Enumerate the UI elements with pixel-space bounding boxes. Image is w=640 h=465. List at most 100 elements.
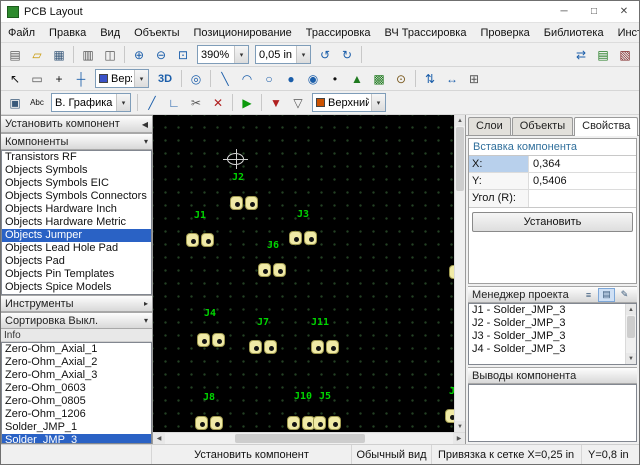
project-component-item[interactable]: J4 - Solder_JMP_3 bbox=[469, 343, 625, 356]
component-group-item[interactable]: Objects Jumper bbox=[2, 229, 151, 242]
net-filter-icon[interactable]: ▽ bbox=[287, 93, 309, 113]
part-item[interactable]: Solder_JMP_3 bbox=[2, 434, 151, 444]
route-track-icon[interactable]: ╱ bbox=[141, 93, 163, 113]
wrench-icon[interactable]: ✎ bbox=[616, 288, 633, 302]
component-pads[interactable] bbox=[197, 333, 225, 347]
angle-value-field[interactable] bbox=[529, 190, 636, 207]
part-item[interactable]: Solder_JMP_1 bbox=[2, 421, 151, 434]
print-icon[interactable]: ▥ bbox=[77, 45, 99, 65]
component-group-item[interactable]: Objects Hardware Inch bbox=[2, 203, 151, 216]
component-pads[interactable] bbox=[258, 263, 286, 277]
tab-objects[interactable]: Объекты bbox=[512, 117, 573, 135]
component-pads[interactable] bbox=[445, 409, 454, 423]
update-from-schematic-icon[interactable]: ⇄ bbox=[570, 45, 592, 65]
tools-section-bar[interactable]: Инструменты ▸ bbox=[1, 295, 152, 312]
part-item[interactable]: Zero-Ohm_0805 bbox=[2, 395, 151, 408]
tab-properties[interactable]: Свойства bbox=[574, 117, 638, 136]
part-item[interactable]: Zero-Ohm_Axial_1 bbox=[2, 343, 151, 356]
component-group-item[interactable]: Objects Pad bbox=[2, 255, 151, 268]
close-button[interactable]: ✕ bbox=[609, 1, 639, 22]
origin-icon[interactable]: ┼ bbox=[70, 69, 92, 89]
zoom-in-icon[interactable]: ⊕ bbox=[128, 45, 150, 65]
project-components-list[interactable]: J1 - Solder_JMP_3J2 - Solder_JMP_3J3 - S… bbox=[469, 304, 625, 364]
component-pads[interactable] bbox=[195, 416, 223, 430]
scroll-up-icon[interactable]: ▲ bbox=[626, 304, 636, 315]
place-component-header[interactable]: Установить компонент ◀ bbox=[1, 115, 152, 133]
collapse-left-panel-icon[interactable]: ◀ bbox=[142, 120, 148, 129]
part-item[interactable]: Zero-Ohm_1206 bbox=[2, 408, 151, 421]
component-group-item[interactable]: Objects Spice Models bbox=[2, 281, 151, 294]
chevron-down-icon[interactable]: ▾ bbox=[144, 316, 148, 325]
project-manager-header[interactable]: Менеджер проекта ≡▤✎ bbox=[468, 286, 637, 303]
signal-layer-select[interactable]: Верхний (1)▾ bbox=[312, 93, 386, 112]
parts-list[interactable]: Zero-Ohm_Axial_1Zero-Ohm_Axial_2Zero-Ohm… bbox=[1, 342, 152, 444]
scroll-up-icon[interactable]: ▲ bbox=[455, 115, 465, 126]
zoom-out-icon[interactable]: ⊖ bbox=[150, 45, 172, 65]
menu-item[interactable]: ВЧ Трассировка bbox=[378, 25, 474, 41]
3d-button[interactable]: 3D bbox=[152, 69, 178, 89]
pcb-canvas[interactable]: J2J1J3J6J4J7J11J8J10J5J9 bbox=[153, 115, 454, 432]
redo-icon[interactable]: ↻ bbox=[336, 45, 358, 65]
part-item[interactable]: Zero-Ohm_0603 bbox=[2, 382, 151, 395]
component-group-item[interactable]: Objects Pin Templates bbox=[2, 268, 151, 281]
verification-icon[interactable]: ▼ bbox=[265, 93, 287, 113]
scroll-down-icon[interactable]: ▼ bbox=[626, 353, 636, 364]
menu-item[interactable]: Позиционирование bbox=[187, 25, 299, 41]
place-line-icon[interactable]: ╲ bbox=[214, 69, 236, 89]
menu-item[interactable]: Проверка bbox=[473, 25, 536, 41]
place-text-icon[interactable]: Abc bbox=[26, 93, 48, 113]
menu-item[interactable]: Файл bbox=[1, 25, 42, 41]
component-pins-list[interactable] bbox=[468, 384, 637, 442]
place-circle-icon[interactable]: ○ bbox=[258, 69, 280, 89]
component-group-item[interactable]: Objects Symbols bbox=[2, 164, 151, 177]
project-component-item[interactable]: J2 - Solder_JMP_3 bbox=[469, 317, 625, 330]
nets-icon[interactable]: ≡ bbox=[580, 288, 597, 302]
chevron-right-icon[interactable]: ▸ bbox=[144, 299, 148, 308]
new-file-icon[interactable]: ▤ bbox=[4, 45, 26, 65]
vertical-scroll-thumb[interactable] bbox=[456, 127, 464, 191]
components-icon[interactable]: ▤ bbox=[598, 288, 615, 302]
component-groups-list[interactable]: Transistors RFObjects SymbolsObjects Sym… bbox=[1, 150, 152, 295]
flip-icon[interactable]: ⇅ bbox=[419, 69, 441, 89]
canvas-vertical-scrollbar[interactable]: ▲ ▼ bbox=[454, 115, 465, 432]
place-filled-circle-icon[interactable]: ● bbox=[280, 69, 302, 89]
part-item[interactable]: Zero-Ohm_Axial_2 bbox=[2, 356, 151, 369]
add-object-icon[interactable]: + bbox=[48, 69, 70, 89]
project-component-item[interactable]: J3 - Solder_JMP_3 bbox=[469, 330, 625, 343]
y-value-field[interactable]: 0,5406 bbox=[529, 173, 636, 189]
place-point-icon[interactable]: • bbox=[324, 69, 346, 89]
component-pads[interactable] bbox=[287, 416, 315, 430]
menu-item[interactable]: Объекты bbox=[127, 25, 186, 41]
library-manager-icon[interactable]: ▤ bbox=[592, 45, 614, 65]
sort-section-bar[interactable]: Сортировка Выкл. ▾ bbox=[1, 312, 152, 329]
component-group-item[interactable]: Objects Symbols EIC bbox=[2, 177, 151, 190]
run-autorouter-icon[interactable]: ▶ bbox=[236, 93, 258, 113]
board-view-icon[interactable]: ▭ bbox=[26, 69, 48, 89]
save-icon[interactable]: ▦ bbox=[48, 45, 70, 65]
scroll-left-icon[interactable]: ◀ bbox=[153, 433, 165, 444]
place-polygon-icon[interactable]: ▲ bbox=[346, 69, 368, 89]
component-group-item[interactable]: Objects Symbols Connectors bbox=[2, 190, 151, 203]
tab-layers[interactable]: Слои bbox=[468, 117, 511, 135]
component-pads[interactable] bbox=[230, 196, 258, 210]
place-ring-icon[interactable]: ◉ bbox=[302, 69, 324, 89]
component-pads[interactable] bbox=[313, 416, 341, 430]
undo-icon[interactable]: ↺ bbox=[314, 45, 336, 65]
component-pads[interactable] bbox=[289, 231, 317, 245]
zoom-select[interactable]: 390%▾ bbox=[197, 45, 249, 64]
open-folder-icon[interactable]: ▱ bbox=[26, 45, 48, 65]
search-icon[interactable]: ◎ bbox=[185, 69, 207, 89]
menu-item[interactable]: Инструменты bbox=[611, 25, 640, 41]
horizontal-scroll-thumb[interactable] bbox=[235, 434, 365, 443]
component-pads[interactable] bbox=[186, 233, 214, 247]
delete-route-icon[interactable]: ✕ bbox=[207, 93, 229, 113]
zoom-window-icon[interactable]: ⊡ bbox=[172, 45, 194, 65]
minimize-button[interactable]: ─ bbox=[549, 1, 579, 22]
component-group-item[interactable]: Objects Hardware Metric bbox=[2, 216, 151, 229]
scroll-down-icon[interactable]: ▼ bbox=[455, 421, 465, 432]
place-table-icon[interactable]: ⊞ bbox=[463, 69, 485, 89]
menu-item[interactable]: Библиотека bbox=[537, 25, 611, 41]
dimension-icon[interactable]: ↔ bbox=[441, 69, 463, 89]
place-pad-icon[interactable]: ⊙ bbox=[390, 69, 412, 89]
part-item[interactable]: Zero-Ohm_Axial_3 bbox=[2, 369, 151, 382]
